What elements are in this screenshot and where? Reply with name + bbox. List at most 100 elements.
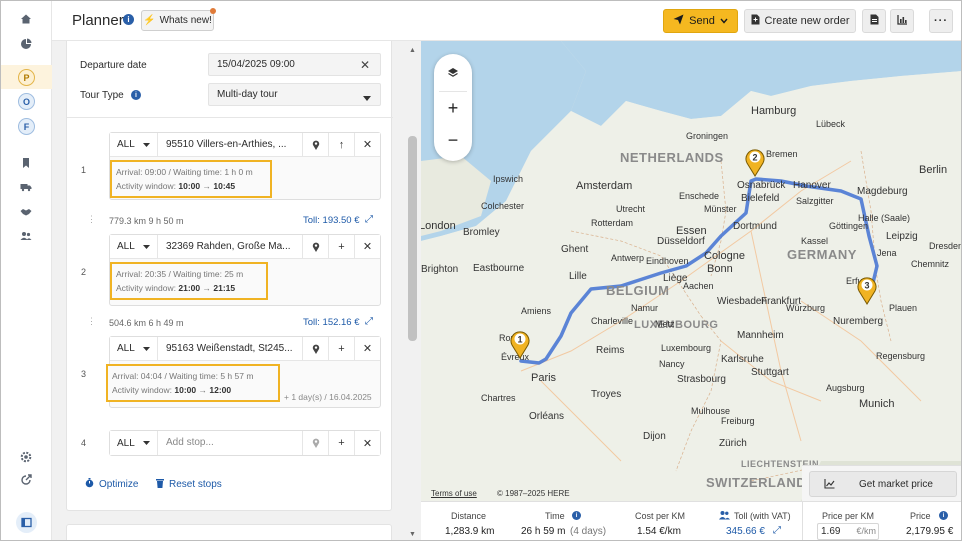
avatar-p[interactable]: P — [18, 69, 35, 86]
map-label: Osnabrück — [737, 180, 786, 191]
stop-address[interactable]: 95510 Villers-en-Arthies, ... — [158, 133, 302, 157]
map-label: Colchester — [481, 201, 525, 211]
location-pin-icon[interactable] — [302, 431, 328, 455]
departure-date-input[interactable]: 15/04/2025 09:00 ✕ — [208, 53, 381, 76]
map-label: Enschede — [679, 191, 720, 201]
home-icon[interactable] — [18, 11, 34, 27]
more-options-button[interactable]: ··· — [929, 9, 953, 33]
gear-icon[interactable] — [18, 449, 34, 465]
segment-distance: 504.6 km 6 h 49 m — [109, 318, 184, 328]
truck-icon[interactable] — [18, 179, 34, 195]
arrow-up-icon[interactable]: ↑ — [328, 132, 354, 157]
location-pin-icon[interactable] — [302, 336, 328, 361]
map-controls: + − — [434, 54, 472, 161]
distance-label: Distance — [451, 511, 487, 521]
vehicle-mode-select[interactable]: ALL — [110, 336, 158, 361]
add-stop-input[interactable]: Add stop... — [158, 431, 302, 455]
tour-type-select[interactable]: Multi-day tour — [208, 83, 381, 106]
scroll-up-icon[interactable]: ▲ — [409, 47, 416, 54]
clear-icon[interactable]: ✕ — [360, 58, 370, 72]
stop-address[interactable]: 95163 Weißenstadt, St245... — [158, 337, 302, 361]
activity-window: Activity window: 10:00 → 10:45 — [116, 179, 266, 193]
map-label: Stuttgart — [751, 367, 789, 378]
remove-stop-icon[interactable]: ✕ — [354, 234, 380, 259]
map-copyright: © 1987–2025 HERE — [497, 489, 570, 498]
arrival-info: Arrival: 09:00 / Waiting time: 1 h 0 m — [116, 167, 253, 177]
terms-of-use-link[interactable]: Terms of use — [431, 489, 477, 498]
vehicle-mode-select[interactable]: ALL — [110, 132, 158, 157]
window-from: 10:00 — [174, 385, 197, 395]
pdf-button[interactable] — [862, 9, 886, 33]
map-label: Amsterdam — [576, 180, 633, 192]
toll-value[interactable]: 345.66 € — [726, 526, 765, 537]
arrow-right-icon: → — [202, 181, 212, 191]
zoom-in-button[interactable]: + — [434, 96, 472, 120]
info-icon[interactable]: i — [939, 511, 948, 520]
send-label: Send — [689, 15, 715, 27]
get-market-price-button[interactable]: Get market price — [809, 471, 957, 497]
panel-scrollbar[interactable]: ▲ ▼ — [404, 41, 421, 540]
arrival-info: Arrival: 20:35 / Waiting time: 25 m — [116, 269, 244, 279]
expand-icon[interactable]: ⤢ — [365, 214, 373, 225]
reset-stops-label: Reset stops — [169, 479, 222, 490]
remove-stop-icon[interactable]: ✕ — [354, 431, 380, 455]
route-map[interactable]: NETHERLANDS BELGIUM LUXEMBOURG GERMANY S… — [421, 41, 961, 501]
add-icon[interactable]: + — [328, 336, 354, 361]
price-per-km-unit: €/km — [856, 526, 876, 536]
scroll-down-icon[interactable]: ▼ — [409, 531, 416, 538]
window-from: 21:00 — [178, 283, 201, 293]
stop-marker-3[interactable]: 3 — [856, 275, 878, 305]
reset-stops-button[interactable]: Reset stops — [156, 478, 222, 491]
info-icon[interactable]: i — [572, 511, 581, 520]
avatar-f[interactable]: F — [18, 118, 35, 135]
info-icon[interactable]: i — [131, 90, 141, 100]
optimize-button[interactable]: Optimize — [85, 478, 138, 491]
map-label: Lübeck — [816, 119, 846, 129]
chart-button[interactable] — [890, 9, 914, 33]
stop-number: 1 — [81, 165, 87, 175]
create-new-order-button[interactable]: Create new order — [744, 9, 856, 33]
remove-stop-icon[interactable]: ✕ — [354, 132, 380, 157]
location-pin-icon[interactable] — [302, 132, 328, 157]
vehicle-mode-select[interactable]: ALL — [110, 431, 158, 455]
pie-chart-icon[interactable] — [18, 36, 34, 52]
bookmark-icon[interactable] — [18, 155, 34, 171]
map-label: Hamburg — [751, 105, 797, 117]
stop-address[interactable]: 32369 Rahden, Große Ma... — [158, 235, 302, 259]
segment-toll[interactable]: Toll: 193.50 € — [303, 215, 360, 226]
map-label: Salzgitter — [796, 196, 834, 206]
remove-stop-icon[interactable]: ✕ — [354, 336, 380, 361]
map-label: Düsseldorf — [657, 236, 705, 247]
layers-icon[interactable] — [434, 62, 472, 84]
map-label: Chemnitz — [911, 259, 950, 269]
scrollbar-thumb[interactable] — [408, 136, 417, 341]
distance-value: 1,283.9 km — [445, 526, 495, 537]
add-icon[interactable]: + — [328, 234, 354, 259]
avatar-o[interactable]: O — [18, 93, 35, 110]
sidebar-toggle-icon[interactable] — [16, 512, 37, 533]
users-icon[interactable] — [18, 228, 34, 244]
add-icon[interactable]: + — [328, 431, 354, 455]
activity-window: Activity window: 10:00 → 12:00 — [112, 383, 274, 397]
expand-icon[interactable]: ⤢ — [773, 525, 781, 536]
send-button[interactable]: Send — [663, 9, 738, 33]
stop-marker-1[interactable]: 1 — [509, 329, 531, 359]
logout-icon[interactable] — [18, 472, 34, 488]
vehicle-mode-select[interactable]: ALL — [110, 234, 158, 259]
handshake-icon[interactable] — [18, 204, 34, 220]
zoom-out-button[interactable]: − — [434, 128, 472, 152]
price-per-km-input[interactable]: 1.69 €/km — [817, 523, 879, 540]
segment-toll[interactable]: Toll: 152.16 € — [303, 317, 360, 328]
location-pin-icon[interactable] — [302, 234, 328, 259]
map-label: Zürich — [719, 438, 747, 449]
stop-row: ALL Add stop... + ✕ — [110, 431, 380, 455]
stop-marker-2[interactable]: 2 — [744, 147, 766, 177]
nav-rail: P O F — [1, 1, 52, 540]
window-to: 10:45 — [213, 181, 236, 191]
activity-window: Activity window: 21:00 → 21:15 — [116, 281, 262, 295]
info-icon[interactable]: i — [123, 14, 134, 25]
expand-icon[interactable]: ⤢ — [365, 316, 373, 327]
whats-new-button[interactable]: ⚡ Whats new! — [141, 8, 216, 31]
price-label: Price — [910, 511, 931, 521]
map-label: Dijon — [643, 431, 666, 442]
